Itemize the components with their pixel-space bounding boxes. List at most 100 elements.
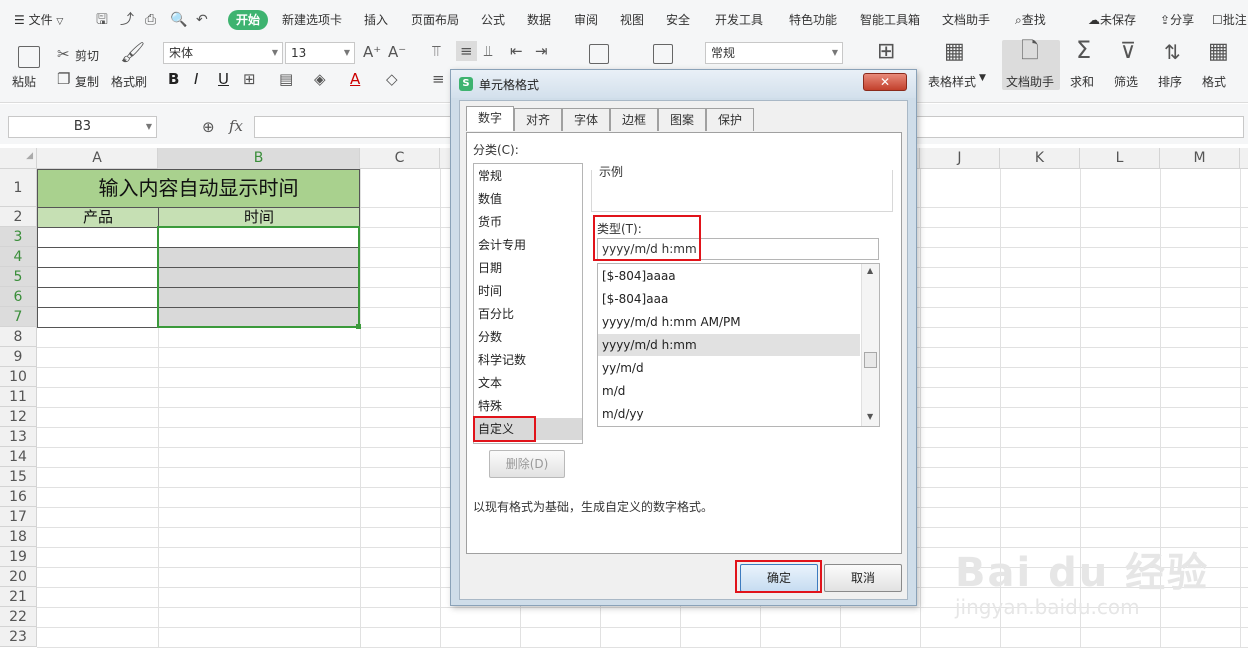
row-header-15[interactable]: 15	[0, 467, 37, 487]
tab-protection[interactable]: 保护	[706, 108, 754, 131]
decrease-font-icon[interactable]: A⁻	[388, 44, 406, 60]
row-header-21[interactable]: 21	[0, 587, 37, 607]
save-icon[interactable]: 🖫	[96, 10, 108, 30]
tab-pattern[interactable]: 图案	[658, 108, 706, 131]
category-list[interactable]: 常规 数值 货币 会计专用 日期 时间 百分比 分数 科学记数 文本 特殊 自定…	[473, 163, 583, 444]
row-header-17[interactable]: 17	[0, 507, 37, 527]
table-style-icon[interactable]: ▦	[944, 41, 965, 63]
tab-page-layout[interactable]: 页面布局	[411, 10, 459, 30]
unsaved-status[interactable]: ☁未保存	[1088, 10, 1136, 30]
format-painter-button[interactable]: 格式刷	[111, 73, 147, 90]
column-header-b[interactable]: B	[158, 148, 360, 169]
category-scientific[interactable]: 科学记数	[478, 350, 526, 370]
format-item[interactable]: m/d/yy	[602, 404, 644, 424]
category-currency[interactable]: 货币	[478, 212, 502, 232]
row-header-16[interactable]: 16	[0, 487, 37, 507]
comment-button[interactable]: ☐批注	[1212, 10, 1247, 30]
row-header-2[interactable]: 2	[0, 207, 37, 227]
format-list[interactable]: [$-804]aaaa [$-804]aaa yyyy/m/d h:mm AM/…	[597, 263, 880, 427]
column-header-k[interactable]: K	[1000, 148, 1080, 169]
wrap-text-icon[interactable]	[653, 44, 673, 64]
table-style-button[interactable]: 表格样式	[928, 73, 976, 90]
tab-font[interactable]: 字体	[562, 108, 610, 131]
indent-increase-icon[interactable]: ⇥	[535, 43, 548, 59]
row-header-19[interactable]: 19	[0, 547, 37, 567]
italic-icon[interactable]: I	[194, 71, 198, 87]
format-item[interactable]: yy/m/d	[602, 358, 644, 378]
sort-button[interactable]: 排序	[1158, 73, 1182, 90]
header-product-cell[interactable]: 产品	[37, 207, 159, 228]
tab-alignment[interactable]: 对齐	[514, 108, 562, 131]
row-header-6[interactable]: 6	[0, 287, 37, 307]
scissors-icon[interactable]: ✂	[57, 46, 70, 62]
undo-icon[interactable]: ↶	[196, 10, 208, 30]
category-general[interactable]: 常规	[478, 166, 502, 186]
print-preview-icon[interactable]: 🔍	[170, 10, 187, 30]
category-time[interactable]: 时间	[478, 281, 502, 301]
align-left-icon[interactable]: ≡	[432, 71, 445, 87]
row-header-9[interactable]: 9	[0, 347, 37, 367]
filter-icon[interactable]: ⊽	[1120, 41, 1136, 63]
row-header-4[interactable]: 4	[0, 247, 37, 267]
tab-review[interactable]: 审阅	[574, 10, 598, 30]
copy-icon[interactable]: ❐	[57, 71, 70, 87]
doc-assistant-icon[interactable]: 🗋	[1021, 41, 1039, 63]
delete-button[interactable]: 删除(D)	[489, 450, 565, 478]
indent-decrease-icon[interactable]: ⇤	[510, 43, 523, 59]
sort-icon[interactable]: ⇅	[1164, 42, 1181, 62]
sum-button[interactable]: 求和	[1070, 73, 1094, 90]
font-size-select[interactable]: 13 ▼	[285, 42, 355, 64]
row-header-12[interactable]: 12	[0, 407, 37, 427]
search-button[interactable]: ⌕查找	[1015, 10, 1046, 30]
row-header-8[interactable]: 8	[0, 327, 37, 347]
dialog-titlebar[interactable]: S 单元格格式 ✕	[451, 70, 916, 98]
brush-icon[interactable]: 🖌	[120, 42, 145, 62]
border-icon[interactable]: ⊞	[243, 71, 256, 87]
font-name-select[interactable]: 宋体 ▼	[163, 42, 283, 64]
row-header-1[interactable]: 1	[0, 169, 37, 207]
column-header-m[interactable]: M	[1160, 148, 1240, 169]
row-header-18[interactable]: 18	[0, 527, 37, 547]
column-header-l[interactable]: L	[1080, 148, 1160, 169]
tab-home[interactable]: 开始	[228, 10, 269, 30]
menu-file[interactable]: ☰ 文件 ▽	[14, 10, 63, 32]
tab-smart-toolbox[interactable]: 智能工具箱	[860, 10, 920, 30]
row-header-20[interactable]: 20	[0, 567, 37, 587]
cut-button[interactable]: 剪切	[75, 47, 99, 64]
format-item[interactable]: [$-804]aaa	[602, 289, 668, 309]
fill-handle[interactable]	[356, 324, 361, 329]
table-cell[interactable]	[37, 267, 159, 288]
underline-icon[interactable]: U	[218, 71, 229, 87]
fx-icon[interactable]: fx	[229, 117, 243, 135]
format-item-selected[interactable]: yyyy/m/d h:mm	[602, 335, 697, 355]
conditional-format-icon[interactable]: ⊞	[877, 41, 895, 63]
format-list-scrollbar[interactable]: ▲ ▼	[861, 264, 879, 426]
copy-button[interactable]: 复制	[75, 73, 99, 90]
increase-font-icon[interactable]: A⁺	[363, 44, 381, 60]
tab-developer[interactable]: 开发工具	[715, 10, 763, 30]
tab-security[interactable]: 安全	[666, 10, 690, 30]
share-button[interactable]: ⇪分享	[1160, 10, 1194, 30]
scroll-down-icon[interactable]: ▼	[867, 412, 873, 421]
align-top-icon[interactable]: ⫪	[432, 43, 440, 59]
category-date[interactable]: 日期	[478, 258, 502, 278]
row-header-13[interactable]: 13	[0, 427, 37, 447]
tab-features[interactable]: 特色功能	[789, 10, 837, 30]
align-bottom-icon[interactable]: ⫫	[484, 43, 492, 59]
column-header-j[interactable]: J	[920, 148, 1000, 169]
row-header-23[interactable]: 23	[0, 627, 37, 647]
cancel-button[interactable]: 取消	[824, 564, 902, 592]
print-icon[interactable]: ⎙	[145, 10, 156, 30]
category-percentage[interactable]: 百分比	[478, 304, 514, 324]
table-cell[interactable]	[37, 287, 159, 308]
tab-data[interactable]: 数据	[527, 10, 551, 30]
sum-icon[interactable]: Σ	[1076, 38, 1091, 62]
tab-view[interactable]: 视图	[620, 10, 644, 30]
eraser-icon[interactable]: ◇	[386, 71, 398, 87]
format-item[interactable]: [$-804]aaaa	[602, 266, 676, 286]
category-number[interactable]: 数值	[478, 189, 502, 209]
tab-doc-assistant[interactable]: 文档助手	[942, 10, 990, 30]
number-format-select[interactable]: 常规 ▼	[705, 42, 843, 64]
format-icon[interactable]: ▦	[1208, 41, 1229, 63]
column-header-a[interactable]: A	[37, 148, 158, 169]
